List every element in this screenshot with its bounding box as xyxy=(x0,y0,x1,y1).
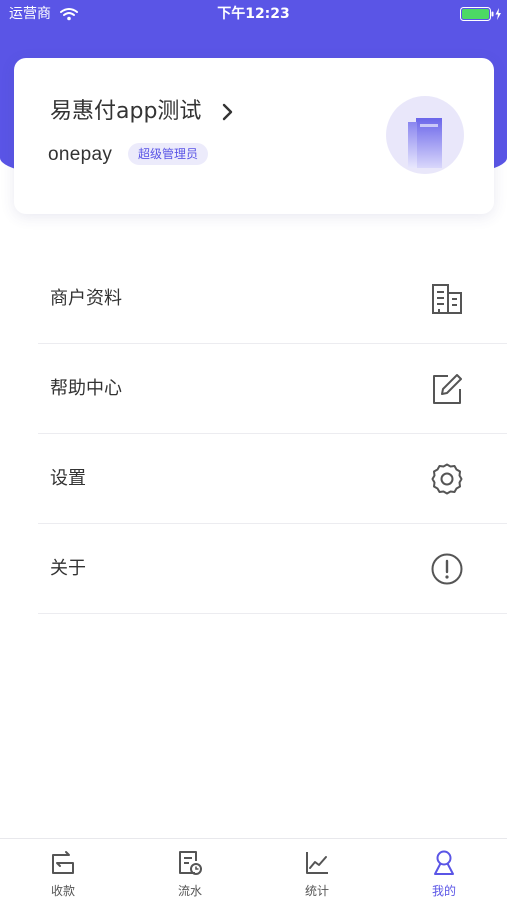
chevron-right-icon[interactable] xyxy=(222,103,234,125)
menu-item-label: 帮助中心 xyxy=(50,378,122,399)
tab-mine[interactable]: 我的 xyxy=(381,839,507,901)
chart-icon xyxy=(304,849,330,881)
tab-label: 收款 xyxy=(50,884,75,898)
tab-statement[interactable]: 流水 xyxy=(127,839,253,901)
statement-icon xyxy=(177,849,203,881)
receive-icon xyxy=(50,849,76,881)
menu-item-label: 商户资料 xyxy=(50,288,122,309)
battery-icon xyxy=(460,6,502,25)
status-bar: 运营商 下午12:23 xyxy=(0,0,507,28)
menu-item-help-center[interactable]: 帮助中心 xyxy=(0,344,507,434)
tab-statistics[interactable]: 统计 xyxy=(254,839,380,901)
tab-bar: 收款 流水 统计 我的 xyxy=(0,838,507,901)
menu-item-label: 关于 xyxy=(50,558,86,579)
status-time: 下午12:23 xyxy=(217,6,290,22)
avatar[interactable] xyxy=(386,96,464,174)
menu-item-about[interactable]: 关于 xyxy=(0,524,507,614)
menu-item-label: 设置 xyxy=(50,468,86,489)
edit-icon xyxy=(430,372,464,406)
merchant-name[interactable]: 易惠付app测试 xyxy=(50,98,201,126)
username: onepay xyxy=(48,144,113,165)
menu-item-settings[interactable]: 设置 xyxy=(0,434,507,524)
building-icon xyxy=(430,282,464,316)
menu-item-merchant-info[interactable]: 商户资料 xyxy=(0,254,507,344)
profile-icon xyxy=(431,849,457,881)
tab-label: 统计 xyxy=(304,884,329,898)
info-icon xyxy=(430,552,464,586)
profile-card[interactable]: 易惠付app测试 onepay 超级管理员 xyxy=(14,58,494,214)
menu-list: 商户资料 帮助中心 设置 关于 xyxy=(0,254,507,614)
role-badge: 超级管理员 xyxy=(128,143,209,165)
menu-divider xyxy=(38,613,507,614)
tab-label: 流水 xyxy=(177,884,202,898)
tab-label: 我的 xyxy=(431,884,456,898)
tab-receive[interactable]: 收款 xyxy=(0,839,126,901)
store-building-icon xyxy=(408,118,442,168)
gear-icon xyxy=(430,462,464,496)
